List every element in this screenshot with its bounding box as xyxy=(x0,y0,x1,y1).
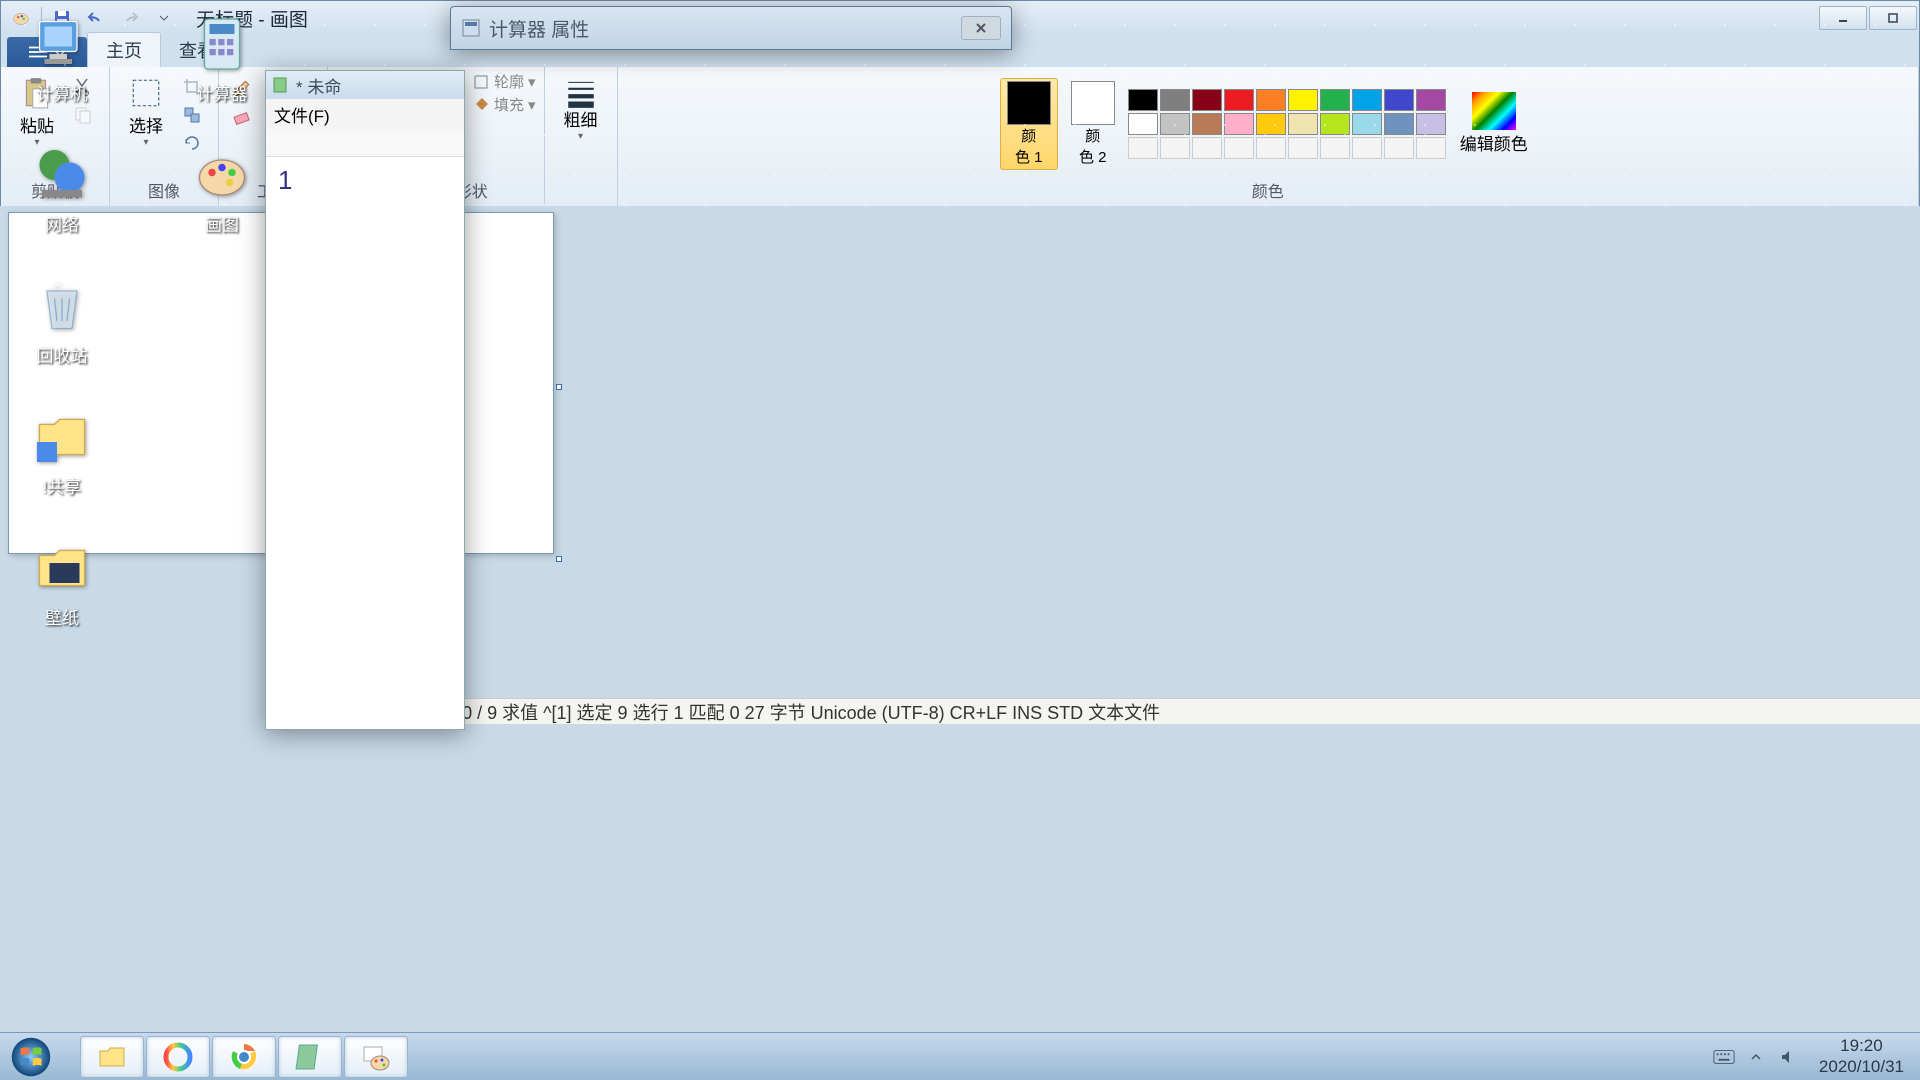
notepad-statusbar: 行 1 / 1 列 10 / 9 字符 10 / 9 求值 ^[1] 选定 9 … xyxy=(265,698,1920,724)
dialog-title: 计算器 属性 xyxy=(489,15,589,42)
notepad-window[interactable]: * 未命 文件(F) 1 xyxy=(265,70,465,730)
close-icon xyxy=(975,22,987,34)
taskbar-browser1[interactable] xyxy=(146,1036,210,1078)
folder-share-icon xyxy=(30,405,94,469)
taskbar-explorer[interactable] xyxy=(80,1036,144,1078)
folder-wallpaper-icon xyxy=(30,536,94,600)
desktop-icon-paint[interactable]: 画图 xyxy=(172,143,272,236)
keyboard-icon xyxy=(1713,1049,1735,1065)
start-button[interactable] xyxy=(0,1034,62,1080)
system-tray: 19:20 2020/10/31 xyxy=(1713,1033,1920,1080)
taskbar: 19:20 2020/10/31 xyxy=(0,1032,1920,1080)
desktop-icon-wallpaper[interactable]: 壁纸 xyxy=(12,536,112,629)
resize-handle-se[interactable] xyxy=(556,556,562,562)
desktop-label: 壁纸 xyxy=(45,604,79,629)
notepad-icon xyxy=(294,1041,326,1073)
desktop-icons: 计算机 计算器 网络 画图 回收站 !共享 壁纸 xyxy=(12,12,272,629)
network-icon xyxy=(30,143,94,207)
computer-icon xyxy=(30,12,94,76)
windows-logo-icon xyxy=(10,1036,52,1078)
volume-icon xyxy=(1779,1048,1797,1066)
browser-icon xyxy=(162,1041,194,1073)
desktop-label: 回收站 xyxy=(37,342,88,367)
notepad-menubar: 文件(F) xyxy=(266,99,464,129)
close-button[interactable] xyxy=(961,16,1001,40)
desktop-icon-share[interactable]: !共享 xyxy=(12,405,112,498)
taskbar-paint[interactable] xyxy=(344,1036,408,1078)
notepad-icon xyxy=(272,76,290,94)
desktop-label: 画图 xyxy=(205,211,239,236)
tray-volume[interactable] xyxy=(1777,1046,1799,1068)
desktop-icon-computer[interactable]: 计算机 xyxy=(12,12,112,105)
menu-file[interactable]: 文件(F) xyxy=(274,102,330,127)
time: 19:20 xyxy=(1819,1036,1904,1056)
resize-handle-e[interactable] xyxy=(556,384,562,390)
tray-clock[interactable]: 19:20 2020/10/31 xyxy=(1809,1036,1914,1077)
tray-chevron[interactable] xyxy=(1745,1046,1767,1068)
notepad-body[interactable]: 1 xyxy=(266,157,464,204)
desktop-label: 网络 xyxy=(45,211,79,236)
taskbar-notepad[interactable] xyxy=(278,1036,342,1078)
desktop-label: !共享 xyxy=(43,473,82,498)
recycle-bin-icon xyxy=(30,274,94,338)
taskbar-items xyxy=(80,1033,408,1080)
notepad-titlebar[interactable]: * 未命 xyxy=(266,71,464,99)
chrome-icon xyxy=(228,1041,260,1073)
taskbar-chrome[interactable] xyxy=(212,1036,276,1078)
paint-icon xyxy=(360,1041,392,1073)
calculator-properties-dialog[interactable]: 计算器 属性 xyxy=(450,6,1012,50)
date: 2020/10/31 xyxy=(1819,1057,1904,1077)
line-number: 1 xyxy=(278,165,292,195)
dialog-titlebar[interactable]: 计算器 属性 xyxy=(451,7,1011,49)
chevron-up-icon xyxy=(1750,1051,1762,1063)
desktop-label: 计算器 xyxy=(197,80,248,105)
paint-icon xyxy=(190,143,254,207)
properties-icon xyxy=(461,18,481,38)
notepad-toolbar xyxy=(266,129,464,157)
tray-keyboard[interactable] xyxy=(1713,1046,1735,1068)
desktop-icon-network[interactable]: 网络 xyxy=(12,143,112,236)
calculator-icon xyxy=(190,12,254,76)
desktop-icon-recycle[interactable]: 回收站 xyxy=(12,274,112,367)
desktop-label: 计算机 xyxy=(37,80,88,105)
desktop-icon-calculator[interactable]: 计算器 xyxy=(172,12,272,105)
notepad-title: * 未命 xyxy=(296,73,341,98)
folder-icon xyxy=(96,1041,128,1073)
